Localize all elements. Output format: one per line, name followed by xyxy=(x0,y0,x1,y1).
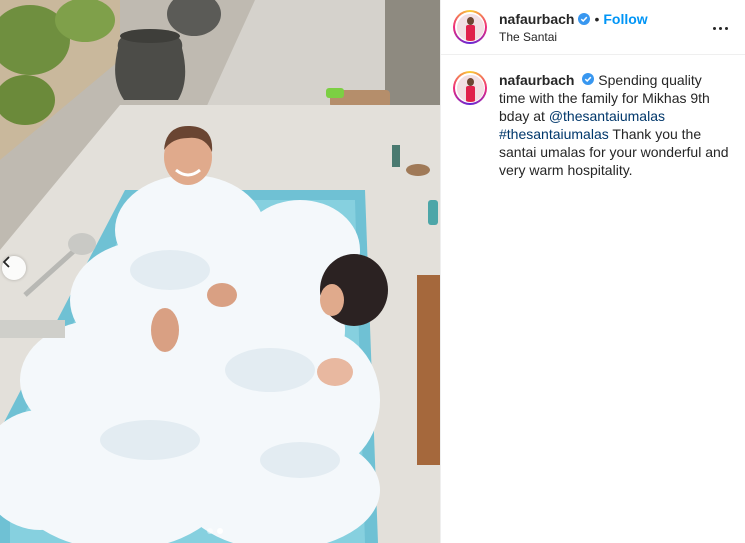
more-dot xyxy=(712,26,716,30)
caption-text: nafaurbach Spending quality time with th… xyxy=(499,71,729,179)
caption-avatar[interactable] xyxy=(453,71,487,105)
post-sidebar: nafaurbach • Follow The Santai nafaurbac… xyxy=(440,0,745,543)
location-link[interactable]: The Santai xyxy=(499,30,648,44)
carousel-indicator xyxy=(207,528,223,534)
carousel-dot xyxy=(207,528,213,534)
post-media[interactable] xyxy=(0,0,440,543)
verified-badge-icon xyxy=(582,73,595,85)
more-options-button[interactable] xyxy=(709,17,731,39)
separator: • xyxy=(594,10,600,27)
post-header: nafaurbach • Follow The Santai xyxy=(441,0,745,55)
verified-badge-icon xyxy=(578,12,591,25)
instagram-post: nafaurbach • Follow The Santai nafaurbac… xyxy=(0,0,745,543)
mention-link[interactable]: @thesantaiumalas xyxy=(549,108,665,124)
follow-button[interactable]: Follow xyxy=(603,11,647,27)
profile-photo xyxy=(456,74,484,102)
more-dot xyxy=(724,26,728,30)
caption: nafaurbach Spending quality time with th… xyxy=(441,55,745,179)
chevron-left-icon xyxy=(2,256,10,268)
username-link[interactable]: nafaurbach xyxy=(499,11,574,27)
avatar[interactable] xyxy=(453,10,487,44)
carousel-dot-active xyxy=(217,528,223,534)
more-dot xyxy=(718,26,722,30)
caption-username-link[interactable]: nafaurbach xyxy=(499,72,574,88)
carousel-previous-button[interactable] xyxy=(2,256,26,280)
bath-photo xyxy=(0,0,440,543)
hashtag-link[interactable]: #thesantaiumalas xyxy=(499,126,609,142)
profile-photo xyxy=(456,13,484,41)
